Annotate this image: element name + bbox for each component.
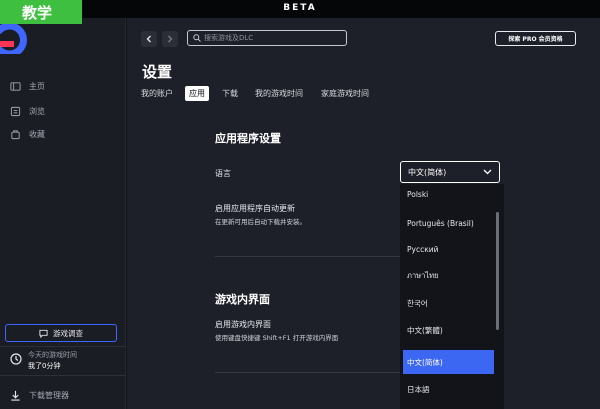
explore-pro-button[interactable]: 探索 PRO 会员资格 [495, 31, 576, 46]
browse-icon [10, 106, 21, 116]
language-option-thai[interactable]: ภาษาไทย [403, 264, 494, 288]
language-option-chinese-traditional[interactable]: 中文(繁體) [403, 318, 494, 342]
sidebar: 主页 浏览 收藏 游戏调查 今天的游戏时间 我了0分钟 下载管理器 [0, 18, 126, 409]
wishlist-icon [11, 129, 20, 139]
language-option-chinese-simplified[interactable]: 中文(简体) [403, 350, 494, 374]
sidebar-item-library[interactable]: 主页 [10, 78, 45, 94]
sidebar-item-browse[interactable]: 浏览 [10, 103, 45, 119]
downloads-label: 下载管理器 [29, 390, 69, 400]
tab-my-playtime[interactable]: 我的游戏时间 [255, 86, 303, 101]
forward-button[interactable] [162, 31, 178, 47]
language-label: 语言 [215, 169, 231, 178]
main-content: 探索 PRO 会员资格 设置 我的账户 应用 下载 我的游戏时间 家庭游戏时间 … [127, 18, 600, 409]
tab-app[interactable]: 应用 [185, 86, 209, 101]
playtime-widget[interactable]: 今天的游戏时间 我了0分钟 [10, 350, 122, 372]
back-button[interactable] [141, 31, 157, 47]
download-icon [11, 390, 20, 401]
language-option-russian[interactable]: Русский [403, 237, 494, 261]
sidebar-divider [0, 375, 126, 376]
sidebar-divider [0, 346, 126, 347]
sidebar-item-wishlist[interactable]: 收藏 [10, 126, 45, 142]
section-divider [215, 372, 415, 373]
auto-update-label: 启用应用程序自动更新 [215, 204, 295, 213]
overlay-settings-heading: 游戏内界面 [215, 293, 270, 306]
page-title: 设置 [142, 63, 173, 81]
app-settings-heading: 应用程序设置 [215, 132, 281, 145]
search-icon [193, 34, 201, 42]
language-option-japanese[interactable]: 日本語 [403, 377, 494, 401]
playtime-value: 我了0分钟 [28, 362, 61, 370]
search-input[interactable] [204, 31, 344, 45]
game-survey-button[interactable]: 游戏调查 [5, 324, 117, 342]
watermark-badge: 教学 [0, 0, 82, 24]
chevron-left-icon [146, 35, 151, 43]
sidebar-item-label: 浏览 [29, 106, 45, 116]
survey-label: 游戏调查 [53, 328, 83, 338]
language-dropdown-list[interactable]: Polski Português (Brasil) Русский ภาษาไท… [400, 184, 504, 409]
library-icon [10, 81, 21, 91]
clock-icon [10, 353, 22, 365]
chevron-down-icon [483, 169, 492, 175]
download-manager-button[interactable]: 下载管理器 [10, 388, 69, 402]
auto-update-description: 在更新可用后自动下载并安装。 [215, 218, 306, 226]
badge-text: 教学 [22, 4, 53, 22]
language-option-polski[interactable]: Polski [403, 184, 494, 206]
title-bar: BETA [0, 0, 600, 18]
search-box[interactable] [187, 30, 347, 46]
sidebar-item-label: 主页 [29, 81, 45, 91]
language-option-korean[interactable]: 한국어 [403, 291, 494, 315]
language-option-portuguese-brazil[interactable]: Português (Brasil) [403, 211, 494, 235]
tab-my-account[interactable]: 我的账户 [141, 86, 173, 101]
sidebar-item-label: 收藏 [29, 129, 45, 139]
language-select[interactable]: 中文(简体) [400, 161, 500, 183]
playtime-label: 今天的游戏时间 [28, 351, 77, 359]
beta-label: BETA [283, 3, 317, 13]
dropdown-scrollbar[interactable] [496, 212, 499, 330]
overlay-description: 使用键盘快捷键 Shift+F1 打开游戏内界面 [215, 334, 339, 342]
overlay-label: 启用游戏内界面 [215, 320, 271, 329]
chevron-right-icon [168, 35, 173, 43]
language-selected-value: 中文(简体) [408, 168, 447, 177]
tab-family-playtime[interactable]: 家庭游戏时间 [321, 86, 369, 101]
tab-downloads[interactable]: 下载 [222, 86, 238, 101]
chat-icon [39, 329, 48, 338]
section-divider [215, 256, 415, 257]
